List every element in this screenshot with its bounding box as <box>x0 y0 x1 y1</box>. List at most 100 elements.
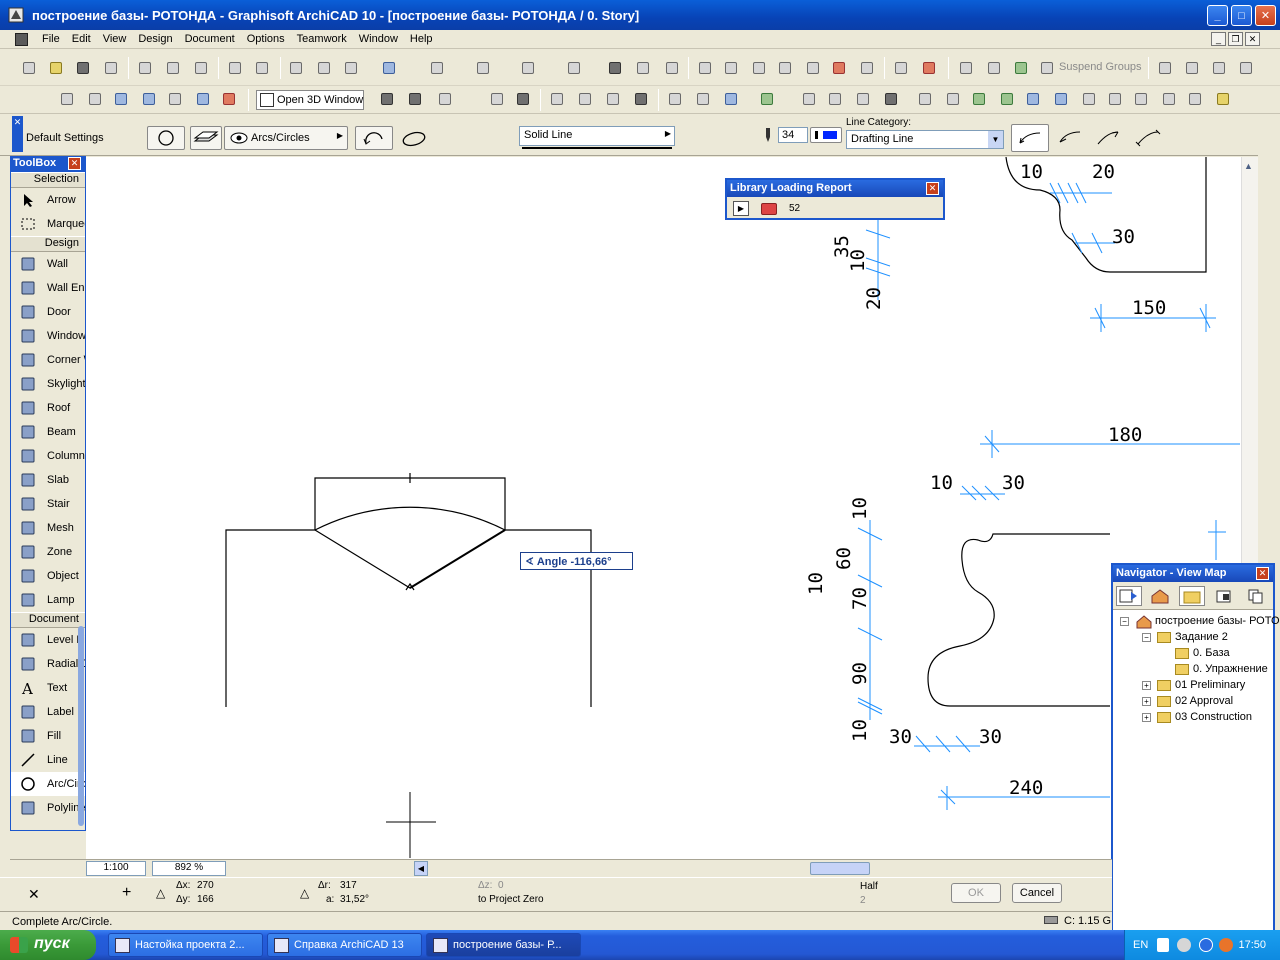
tab-publisher[interactable] <box>1211 586 1237 606</box>
export-icon[interactable] <box>1186 90 1204 108</box>
tab-view-map[interactable] <box>1147 586 1173 606</box>
copy-3d-icon[interactable] <box>666 90 684 108</box>
arrow-none-icon[interactable] <box>1134 128 1164 150</box>
trace-icon[interactable] <box>606 59 624 77</box>
copy-icon[interactable] <box>164 59 182 77</box>
tool-line[interactable]: Line <box>11 748 85 772</box>
send-back-icon[interactable] <box>1237 59 1255 77</box>
tool-corner-window[interactable]: Corner Window <box>11 348 85 372</box>
syringe-icon[interactable] <box>342 59 360 77</box>
maximize-button[interactable]: □ <box>1231 5 1252 26</box>
elevation-icon[interactable] <box>604 90 622 108</box>
magic-wand-icon[interactable] <box>565 59 583 77</box>
fly-icon[interactable] <box>514 90 532 108</box>
sun-icon[interactable] <box>632 90 650 108</box>
scroll-left-icon[interactable]: ◀ <box>414 861 428 876</box>
tree-root[interactable]: − построение базы- РОТОНДА <box>1113 614 1280 630</box>
dx-value[interactable]: 270 <box>197 880 214 891</box>
tool-polyline[interactable]: Polyline <box>11 796 85 820</box>
cancel-input-icon[interactable]: ✕ <box>28 886 40 903</box>
pen-tool-icon[interactable] <box>58 90 76 108</box>
undo-icon[interactable] <box>226 59 244 77</box>
rotate-icon[interactable] <box>722 59 740 77</box>
archicad-app-icon[interactable] <box>8 7 24 23</box>
start-button[interactable]: пуск <box>0 930 96 960</box>
tab-organizer[interactable] <box>1243 586 1269 606</box>
gravity-icon[interactable] <box>519 59 537 77</box>
arc-settings-button[interactable] <box>147 126 185 150</box>
zoom-field[interactable]: 892 % <box>152 861 226 876</box>
image-icon[interactable] <box>916 90 934 108</box>
tray-icon[interactable] <box>1177 938 1191 952</box>
tool-level-dimension[interactable]: Level Dimension <box>11 628 85 652</box>
open-icon[interactable] <box>47 59 65 77</box>
tool-text[interactable]: A Text <box>11 676 85 700</box>
sphere-icon[interactable] <box>406 90 424 108</box>
align2-icon[interactable] <box>1132 90 1150 108</box>
sync-icon[interactable] <box>1024 90 1042 108</box>
mdi-close-button[interactable]: ✕ <box>1245 32 1260 46</box>
horizontal-scroll-thumb[interactable] <box>810 862 870 875</box>
half-value[interactable]: 2 <box>860 895 866 906</box>
hatch-icon[interactable] <box>112 90 130 108</box>
toolbox-close-button[interactable]: ✕ <box>68 157 81 170</box>
eyedropper-icon[interactable] <box>315 59 333 77</box>
snap-mode-icon[interactable] <box>428 59 446 77</box>
photo-icon[interactable] <box>998 90 1016 108</box>
toolbox-section-selection[interactable]: Selection <box>11 172 85 188</box>
import-icon[interactable] <box>1160 90 1178 108</box>
dy-value[interactable]: 166 <box>197 894 214 905</box>
expand-icon[interactable]: + <box>1142 713 1151 722</box>
tool-beam[interactable]: Beam <box>11 420 85 444</box>
mdi-minimize-button[interactable]: _ <box>1211 32 1226 46</box>
menu-view[interactable]: View <box>97 33 133 45</box>
layer-settings-button[interactable] <box>190 126 222 150</box>
menu-options[interactable]: Options <box>241 33 291 45</box>
split-icon[interactable] <box>830 59 848 77</box>
library-report-close-button[interactable]: ✕ <box>926 182 939 195</box>
table-icon[interactable] <box>882 90 900 108</box>
collapse-icon[interactable]: − <box>1120 617 1129 626</box>
open-3d-window-button[interactable]: Open 3D Window <box>256 90 364 110</box>
color-icon[interactable] <box>920 59 938 77</box>
tool-wall-end[interactable]: Wall End <box>11 276 85 300</box>
tool-window[interactable]: Window <box>11 324 85 348</box>
tool-skylight[interactable]: Skylight <box>11 372 85 396</box>
tool-door[interactable]: Door <box>11 300 85 324</box>
find-icon[interactable] <box>287 59 305 77</box>
menu-window[interactable]: Window <box>353 33 404 45</box>
tool-stair[interactable]: Stair <box>11 492 85 516</box>
network-icon[interactable] <box>1052 90 1070 108</box>
tool-radial-dimension[interactable]: Radial Dimension <box>11 652 85 676</box>
ok-button[interactable]: OK <box>951 883 1001 903</box>
help-tray-icon[interactable] <box>1157 938 1169 952</box>
trace-ref-icon[interactable] <box>758 90 776 108</box>
toolbox-section-document[interactable]: Document <box>11 612 85 628</box>
line-category-dropdown[interactable]: Drafting Line ▼ <box>846 130 1004 149</box>
expand-icon[interactable]: + <box>1142 697 1151 706</box>
tool-arrow[interactable]: Arrow <box>11 188 85 212</box>
menu-help[interactable]: Help <box>404 33 439 45</box>
explode-icon[interactable] <box>892 59 910 77</box>
tool-zone[interactable]: Zone <box>11 540 85 564</box>
mdi-restore-button[interactable]: ❐ <box>1228 32 1243 46</box>
section-icon[interactable] <box>548 90 566 108</box>
house-view-icon[interactable] <box>576 90 594 108</box>
toolbox-section-design[interactable]: Design <box>11 236 85 252</box>
cut-icon[interactable] <box>136 59 154 77</box>
group-icon[interactable] <box>957 59 975 77</box>
tab-project-map[interactable] <box>1116 586 1142 606</box>
suspend-icon[interactable] <box>1012 59 1030 77</box>
tool-wall[interactable]: Wall <box>11 252 85 276</box>
align-icon[interactable] <box>1106 90 1124 108</box>
minimize-button[interactable]: _ <box>1207 5 1228 26</box>
axes-icon[interactable] <box>436 90 454 108</box>
send-backward-icon[interactable] <box>1210 59 1228 77</box>
chart-icon[interactable] <box>1080 90 1098 108</box>
move-down-icon[interactable] <box>800 90 818 108</box>
menu-design[interactable]: Design <box>132 33 178 45</box>
tool-roof[interactable]: Roof <box>11 396 85 420</box>
redo-icon[interactable] <box>253 59 271 77</box>
tool-lamp[interactable]: Lamp <box>11 588 85 612</box>
expand-report-icon[interactable]: ▶ <box>733 201 749 216</box>
